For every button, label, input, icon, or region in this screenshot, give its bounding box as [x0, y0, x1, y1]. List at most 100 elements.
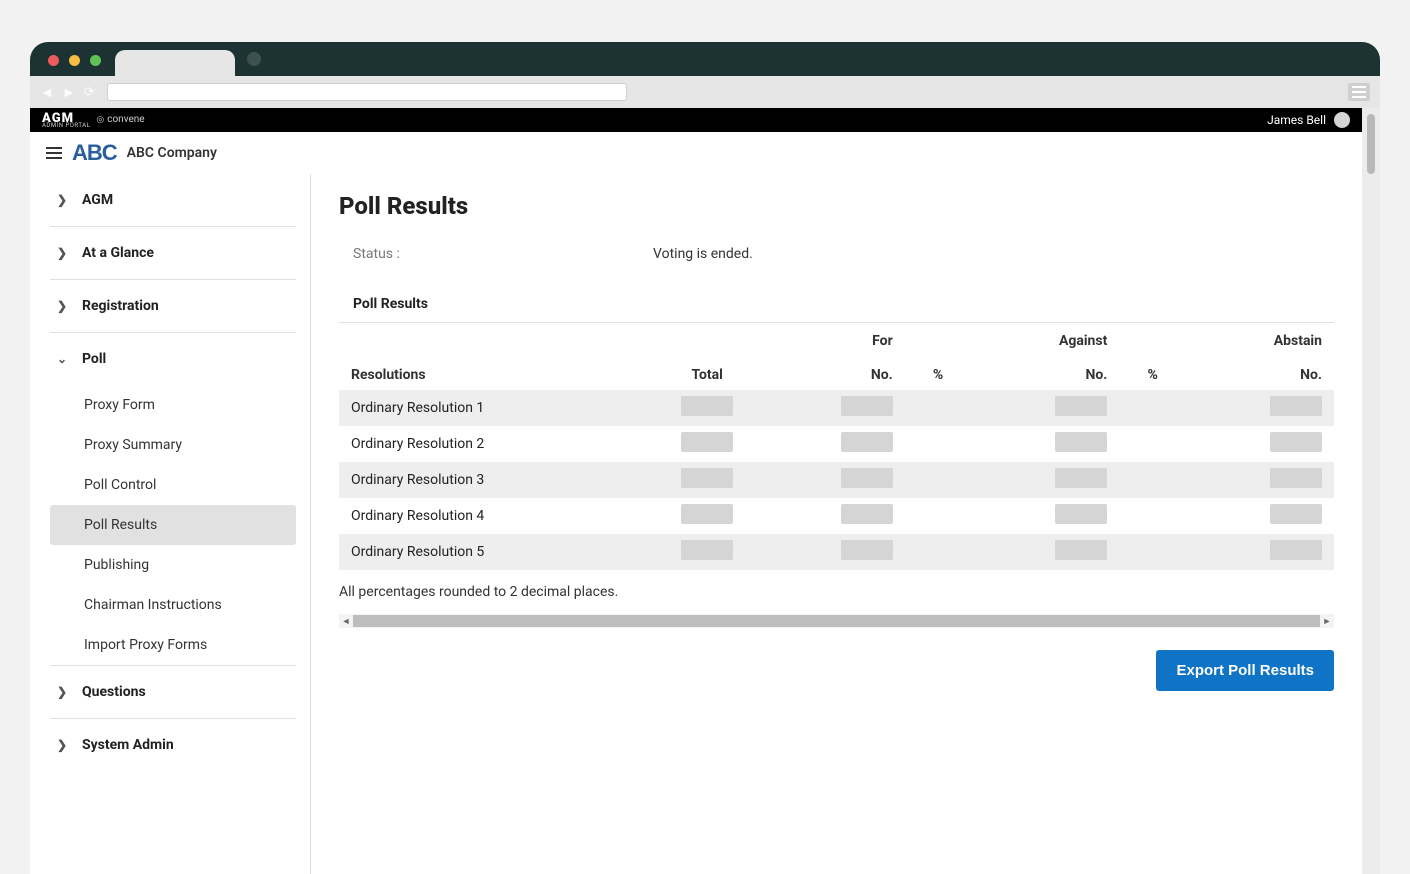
cell-against-no: [972, 534, 1120, 570]
table-row: Ordinary Resolution 4: [339, 498, 1334, 534]
cell-total: [657, 534, 757, 570]
chevron-right-icon: ❯: [56, 246, 68, 260]
col-against-no: No.: [972, 357, 1120, 391]
cell-against-no: [972, 498, 1120, 534]
scroll-thumb[interactable]: [1367, 114, 1375, 174]
col-abstain-no: No.: [1186, 357, 1334, 391]
cell-for-no: [757, 498, 905, 534]
sidebar-sub-poll-results[interactable]: Poll Results: [50, 505, 296, 545]
user-name: James Bell: [1267, 113, 1326, 127]
col-for-no: No.: [757, 357, 905, 391]
cell-abstain-no: [1186, 390, 1334, 426]
cell-for-no: [757, 390, 905, 426]
avatar: [1334, 112, 1350, 128]
browser-tabbar: [30, 42, 1380, 76]
cell-total: [657, 498, 757, 534]
window-controls[interactable]: [38, 55, 111, 76]
status-label: Status :: [353, 246, 653, 262]
app-user-menu[interactable]: James Bell: [1267, 112, 1350, 128]
section-title: Poll Results: [339, 296, 1334, 312]
browser-toolbar: ◄ ► ⟳: [30, 76, 1380, 108]
chevron-right-icon: ❯: [56, 193, 68, 207]
status-value: Voting is ended.: [653, 246, 753, 262]
company-name: ABC Company: [127, 145, 217, 161]
cell-for-no: [757, 462, 905, 498]
browser-tab[interactable]: [115, 50, 235, 76]
cell-abstain-no: [1186, 426, 1334, 462]
cell-against-pct: [1119, 498, 1186, 534]
resolution-name: Ordinary Resolution 4: [339, 498, 657, 534]
cell-against-no: [972, 426, 1120, 462]
table-row: Ordinary Resolution 5: [339, 534, 1334, 570]
main-content: Poll Results Status : Voting is ended. P…: [310, 174, 1362, 874]
scroll-left-icon[interactable]: ◄: [339, 616, 353, 627]
sidebar-sub-import-proxy-forms[interactable]: Import Proxy Forms: [50, 625, 296, 665]
url-input[interactable]: [107, 83, 627, 101]
sidebar-item-label: At a Glance: [82, 245, 154, 261]
sidebar-item-poll[interactable]: ⌄ Poll: [50, 333, 296, 385]
sidebar-item-label: AGM: [82, 192, 113, 208]
cell-for-no: [757, 426, 905, 462]
minimize-window-icon[interactable]: [69, 55, 80, 66]
export-poll-results-button[interactable]: Export Poll Results: [1156, 650, 1334, 691]
cell-for-pct: [905, 390, 972, 426]
sidebar-sub-publishing[interactable]: Publishing: [50, 545, 296, 585]
cell-for-pct: [905, 462, 972, 498]
sidebar: ❯ AGM ❯ At a Glance ❯ Registration: [30, 174, 310, 874]
reload-icon[interactable]: ⟳: [84, 85, 95, 100]
sidebar-item-agm[interactable]: ❯ AGM: [50, 174, 296, 226]
page-viewport: AGM ADMIN PORTAL convene James Bell ABC …: [30, 108, 1380, 874]
cell-against-pct: [1119, 462, 1186, 498]
col-for-pct: %: [905, 357, 972, 391]
sidebar-item-registration[interactable]: ❯ Registration: [50, 280, 296, 332]
company-bar: ABC ABC Company: [30, 132, 1362, 174]
col-for: For: [757, 323, 905, 357]
browser-menu-icon[interactable]: [1348, 83, 1370, 101]
app-logo[interactable]: AGM ADMIN PORTAL convene: [42, 112, 145, 129]
forward-icon[interactable]: ►: [62, 84, 76, 101]
sidebar-item-label: Poll: [82, 351, 106, 367]
cell-total: [657, 426, 757, 462]
scroll-track[interactable]: [353, 615, 1320, 627]
sidebar-sub-chairman-instructions[interactable]: Chairman Instructions: [50, 585, 296, 625]
col-resolutions: Resolutions: [339, 323, 657, 390]
sidebar-item-system-admin[interactable]: ❯ System Admin: [50, 719, 296, 771]
back-icon[interactable]: ◄: [40, 84, 54, 101]
horizontal-scrollbar[interactable]: ◄ ►: [339, 614, 1334, 628]
table-row: Ordinary Resolution 2: [339, 426, 1334, 462]
chevron-right-icon: ❯: [56, 738, 68, 752]
cell-for-pct: [905, 426, 972, 462]
footnote: All percentages rounded to 2 decimal pla…: [339, 584, 1334, 600]
resolution-name: Ordinary Resolution 2: [339, 426, 657, 462]
resolution-name: Ordinary Resolution 1: [339, 390, 657, 426]
col-total: Total: [657, 323, 757, 390]
poll-table: Resolutions Total For Against Abstain: [339, 322, 1334, 570]
app-logo-sub: ADMIN PORTAL: [42, 123, 90, 129]
vertical-scrollbar[interactable]: [1362, 108, 1380, 874]
app-body: ❯ AGM ❯ At a Glance ❯ Registration: [30, 174, 1362, 874]
cell-against-pct: [1119, 390, 1186, 426]
sidebar-sub-poll-control[interactable]: Poll Control: [50, 465, 296, 505]
sidebar-sub-proxy-summary[interactable]: Proxy Summary: [50, 425, 296, 465]
sidebar-item-at-a-glance[interactable]: ❯ At a Glance: [50, 227, 296, 279]
sidebar-item-label: Questions: [82, 684, 146, 700]
chevron-right-icon: ❯: [56, 685, 68, 699]
chevron-down-icon: ⌄: [56, 352, 68, 366]
cell-total: [657, 462, 757, 498]
cell-for-no: [757, 534, 905, 570]
menu-toggle-icon[interactable]: [46, 147, 62, 159]
maximize-window-icon[interactable]: [90, 55, 101, 66]
sidebar-item-questions[interactable]: ❯ Questions: [50, 666, 296, 718]
chevron-right-icon: ❯: [56, 299, 68, 313]
resolution-name: Ordinary Resolution 5: [339, 534, 657, 570]
scroll-right-icon[interactable]: ►: [1320, 616, 1334, 627]
new-tab-button[interactable]: [247, 52, 261, 66]
table-row: Ordinary Resolution 1: [339, 390, 1334, 426]
status-row: Status : Voting is ended.: [339, 246, 1334, 262]
cell-abstain-no: [1186, 462, 1334, 498]
close-window-icon[interactable]: [48, 55, 59, 66]
sidebar-sub-proxy-form[interactable]: Proxy Form: [50, 385, 296, 425]
company-logo: ABC: [72, 140, 117, 166]
sidebar-item-label: Registration: [82, 298, 159, 314]
cell-for-pct: [905, 498, 972, 534]
